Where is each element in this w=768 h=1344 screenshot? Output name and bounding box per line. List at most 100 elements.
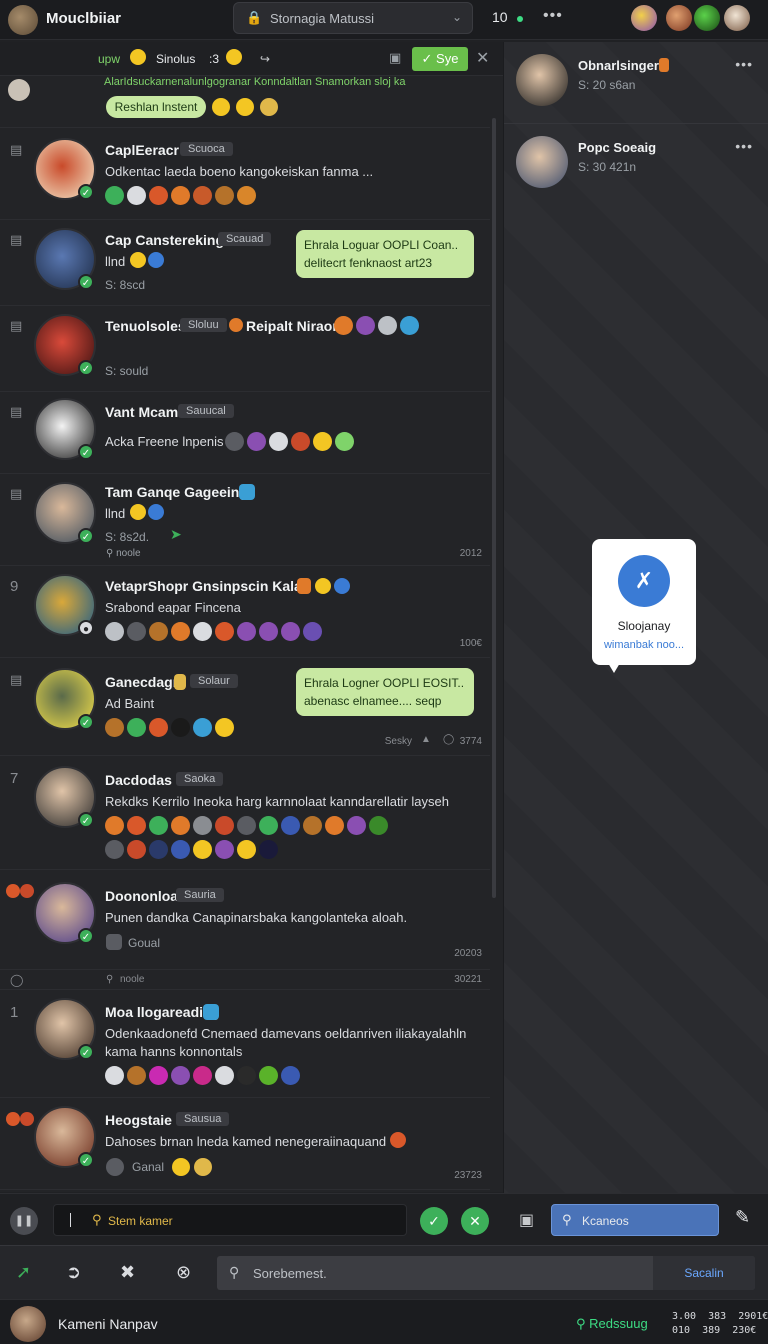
chat-sub-text: noole (116, 548, 141, 559)
arrow-icon[interactable]: ↪ (260, 52, 270, 66)
pinned-message[interactable]: AlarIdsuckarnenalunlgogranar Konndaltlan… (0, 76, 490, 128)
camera-icon[interactable]: ▣ (519, 1210, 534, 1230)
pause-icon[interactable]: ❚❚ (10, 1207, 38, 1235)
emoji-row (105, 1066, 300, 1085)
avatar[interactable] (724, 5, 750, 31)
contacts-search-bar: ▣ ⚲ Kcaneos ✎ (503, 1193, 768, 1245)
avatar (8, 79, 30, 101)
avatar[interactable] (666, 5, 692, 31)
forward-icon[interactable]: ➲ (66, 1262, 81, 1283)
chat-list-item[interactable]: ▤ ✓ Cap Canstereking Scauad llnd S: 8scd… (0, 220, 490, 306)
flag-icon: ✓ (428, 1213, 440, 1229)
emoji-icon (130, 504, 146, 520)
chat-sub: S: sould (105, 364, 149, 378)
emoji-row (105, 718, 234, 737)
lock-icon[interactable]: ▣ (389, 50, 401, 66)
app-logo (8, 5, 38, 35)
verified-icon: ✓ (78, 812, 94, 828)
contact-item[interactable]: Obnarlsinger S: 20 s6an ••• (504, 42, 768, 124)
chat-name: Dacdodas (105, 772, 172, 788)
scrollbar-thumb[interactable] (492, 118, 496, 898)
chat-name: Vant Mcam (105, 404, 179, 420)
chevron-down-icon[interactable]: ⌄ (452, 10, 462, 24)
top-search-field[interactable]: 🔒 Stornagia Matussi ⌄ (233, 2, 473, 34)
search-button[interactable]: Sacalin (653, 1256, 755, 1290)
contact-item[interactable]: Popc Soeaig S: 30 421n ••• (504, 124, 768, 206)
chat-list-item[interactable]: ▤ ✓ Vant Mcam Sauucal Acka Freene lnpeni… (0, 392, 490, 474)
chat-message: Odkentac laeda boeno kangokeiskan fanma … (105, 164, 374, 179)
verified-icon: ✓ (78, 1152, 94, 1168)
link-icon: ✗ (618, 555, 670, 607)
filter-label[interactable]: upw (98, 52, 120, 66)
chat-message: llnd (105, 254, 126, 269)
stats-line: 3.00 383 2901€ (672, 1311, 768, 1322)
user-avatar[interactable] (10, 1306, 46, 1342)
chat-name: Cap Canstereking (105, 232, 225, 248)
date-divider: ◯ ⚲ noole 30221 (0, 970, 490, 990)
online-indicator (517, 16, 523, 22)
send-icon: ➤ (170, 526, 182, 542)
emoji-row (334, 316, 419, 335)
verified-icon (148, 504, 164, 520)
chat-tag: Sauucal (178, 404, 234, 418)
verified-icon: ✓ (78, 714, 94, 730)
cancel-circle-icon[interactable]: ⊗ (176, 1262, 191, 1283)
contact-status: S: 20 s6an (578, 78, 636, 92)
chat-list-item[interactable]: 7 ✓ Dacdodas Saoka Rekdks Kerrilo Ineoka… (0, 756, 490, 870)
filter-label[interactable]: Sinolus (156, 52, 195, 66)
action-button[interactable]: ✓ (420, 1207, 448, 1235)
pen-icon[interactable]: ✎ (735, 1207, 750, 1228)
close-icon[interactable]: ✖ (120, 1262, 135, 1283)
clock-icon: ◯ (443, 734, 455, 745)
verified-icon: ✓ (78, 928, 94, 944)
chat-list-item[interactable]: ✓ Heogstaie Sausua Dahoses brnan lneda k… (0, 1098, 490, 1190)
chat-tag: Sloluu (180, 318, 227, 332)
chat-list-item[interactable]: ▤ ✓ CaplEeracr Scuoca Odkentac laeda boe… (0, 128, 490, 220)
chat-name: Tenuolsoles (105, 318, 186, 334)
close-icon[interactable]: ✕ (476, 48, 489, 68)
chat-list-item[interactable]: 9 ● VetaprShopr Gnsinpscin Kalan Srabond… (0, 566, 490, 658)
chat-list-scrollbar[interactable] (490, 118, 498, 1192)
avatar[interactable] (631, 5, 657, 31)
chat-list-item[interactable]: 1 ✓ Moa llogareadiag Odenkaadonefd Cnema… (0, 990, 490, 1098)
bottom-search-field[interactable]: ⚲ Sorebemest. Sacalin (217, 1256, 755, 1290)
message-bubble[interactable]: Ehrala Loguar OOPLI Coan.. delitecrt fen… (296, 230, 474, 278)
avatar[interactable] (694, 5, 720, 31)
verified-icon: ✓ (78, 1044, 94, 1060)
avatar (516, 136, 568, 188)
verified-icon (334, 578, 350, 594)
pinned-pill[interactable]: Reshlan lnstent (106, 96, 206, 118)
search-icon: ⚲ (576, 1316, 590, 1331)
chat-list-item[interactable]: ▤ ✓ Ganecdagr Solaur Ad Baint Ehrala Log… (0, 658, 490, 756)
more-icon[interactable]: ••• (735, 56, 753, 72)
cancel-button[interactable]: ✕ (461, 1207, 489, 1235)
save-button[interactable]: ✓ Sye (412, 47, 468, 71)
more-icon[interactable]: ••• (735, 138, 753, 154)
search-icon: ⚲ (229, 1264, 240, 1280)
verified-icon: ✓ (78, 274, 94, 290)
alert-icon (297, 578, 311, 594)
emoji-row (105, 186, 256, 205)
badge-icon (239, 484, 255, 500)
emoji-icon (212, 98, 230, 116)
pinned-text: AlarIdsuckarnenalunlgogranar Konndaltlan… (104, 76, 406, 88)
chat-time: 20203 (454, 948, 482, 959)
info-popup[interactable]: ✗ Sloojanay wimanbak noo... (592, 539, 696, 673)
message-input[interactable]: ⚲ Stem kamer (53, 1204, 407, 1236)
emoji-row (105, 816, 388, 835)
chat-time: 3774 (459, 736, 482, 747)
contact-status: S: 30 421n (578, 160, 637, 174)
contacts-search-input[interactable]: ⚲ Kcaneos (551, 1204, 719, 1236)
chat-list-item[interactable]: ▤ ✓ Tam Ganqe Gageeing llnd S: 8s2d. ➤ ⚲… (0, 474, 490, 566)
chat-list-item[interactable]: ▤ ✓ Tenuolsoles Sloluu Reipalt Niraom S:… (0, 306, 490, 392)
hand-icon (106, 934, 122, 950)
chat-sub: Goual (128, 936, 161, 950)
popup-link[interactable]: wimanbak noo... (592, 639, 696, 651)
check-icon: ✓ (421, 51, 437, 66)
top-bar: Mouclbiiar 🔒 Stornagia Matussi ⌄ 10 ••• (0, 0, 768, 40)
chat-list-item[interactable]: ✓ Doononloa Sauria Punen dandka Canapina… (0, 870, 490, 970)
more-icon[interactable]: ••• (543, 7, 563, 25)
arrow-icon[interactable]: ➚ (16, 1262, 31, 1283)
chat-list-panel: upw Sinolus :3 ↪ ▣ ✓ Sye ✕ AlarIdsuckarn… (0, 42, 503, 1192)
message-bubble[interactable]: Ehrala Logner OOPLI EOSIT.. abenasc elna… (296, 668, 474, 716)
